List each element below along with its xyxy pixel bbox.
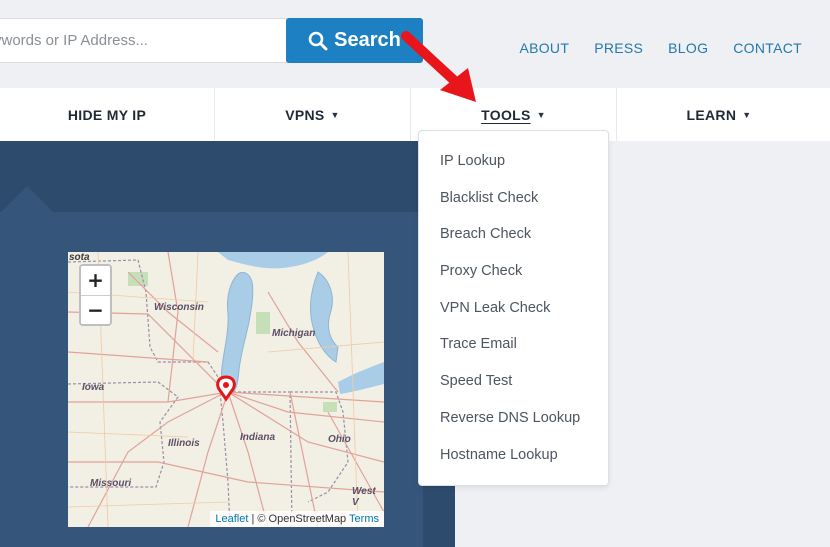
panel-notch [0,186,54,213]
search-input[interactable] [0,18,287,63]
menu-item-blacklist-check[interactable]: Blacklist Check [419,180,608,217]
leaflet-link[interactable]: Leaflet [215,513,248,525]
nav-tools-label: TOOLS [481,106,531,123]
terms-link[interactable]: Terms [349,513,379,525]
map-label: Iowa [82,382,105,393]
map-label: Wisconsin [154,302,204,313]
map-zoom-control: + − [79,264,112,326]
nav-hide-my-ip[interactable]: HIDE MY IP [0,88,215,141]
caret-down-icon: ▼ [330,109,340,120]
top-links: ABOUT PRESS BLOG CONTACT [519,40,802,56]
contact-link[interactable]: CONTACT [733,40,802,56]
map-label: Illinois [168,438,200,449]
menu-item-speed-test[interactable]: Speed Test [419,363,608,400]
about-link[interactable]: ABOUT [519,40,569,56]
menu-item-reverse-dns-lookup[interactable]: Reverse DNS Lookup [419,400,608,437]
caret-down-icon: ▼ [536,109,546,120]
menu-item-hostname-lookup[interactable]: Hostname Lookup [419,437,608,474]
map-label: Indiana [240,432,276,443]
caret-down-icon: ▼ [742,109,752,120]
search-button-label: Search [334,29,401,51]
map-label: Michigan [272,328,316,339]
menu-item-vpn-leak-check[interactable]: VPN Leak Check [419,290,608,327]
zoom-out-button[interactable]: − [81,295,110,324]
nav-learn-label: LEARN [686,106,737,123]
map-label: West V [352,486,376,508]
attribution-text: | © OpenStreetMap [248,513,350,525]
red-arrow-icon [401,31,476,102]
panel-notch-fill [0,212,40,547]
menu-item-ip-lookup[interactable]: IP Lookup [419,143,608,180]
nav-vpns-label: VPNS [285,106,325,123]
menu-item-trace-email[interactable]: Trace Email [419,326,608,363]
search-bar: Search [0,18,423,63]
nav-learn[interactable]: LEARN ▼ [617,88,821,141]
menu-item-breach-check[interactable]: Breach Check [419,216,608,253]
map-label: Ohio [328,434,351,445]
map-label: Missouri [90,478,132,489]
blog-link[interactable]: BLOG [668,40,708,56]
map-label: sota [69,252,90,263]
location-map[interactable]: sota Wisconsin Michigan Iowa Illinois In… [68,252,384,527]
map-attribution: Leaflet | © OpenStreetMap Terms [210,511,384,527]
menu-item-proxy-check[interactable]: Proxy Check [419,253,608,290]
nav-hide-my-ip-label: HIDE MY IP [67,106,147,123]
nav-vpns[interactable]: VPNS ▼ [215,88,411,141]
search-icon [308,31,328,50]
zoom-in-button[interactable]: + [81,266,110,295]
press-link[interactable]: PRESS [594,40,643,56]
tools-dropdown-menu: IP Lookup Blacklist Check Breach Check P… [418,130,609,486]
